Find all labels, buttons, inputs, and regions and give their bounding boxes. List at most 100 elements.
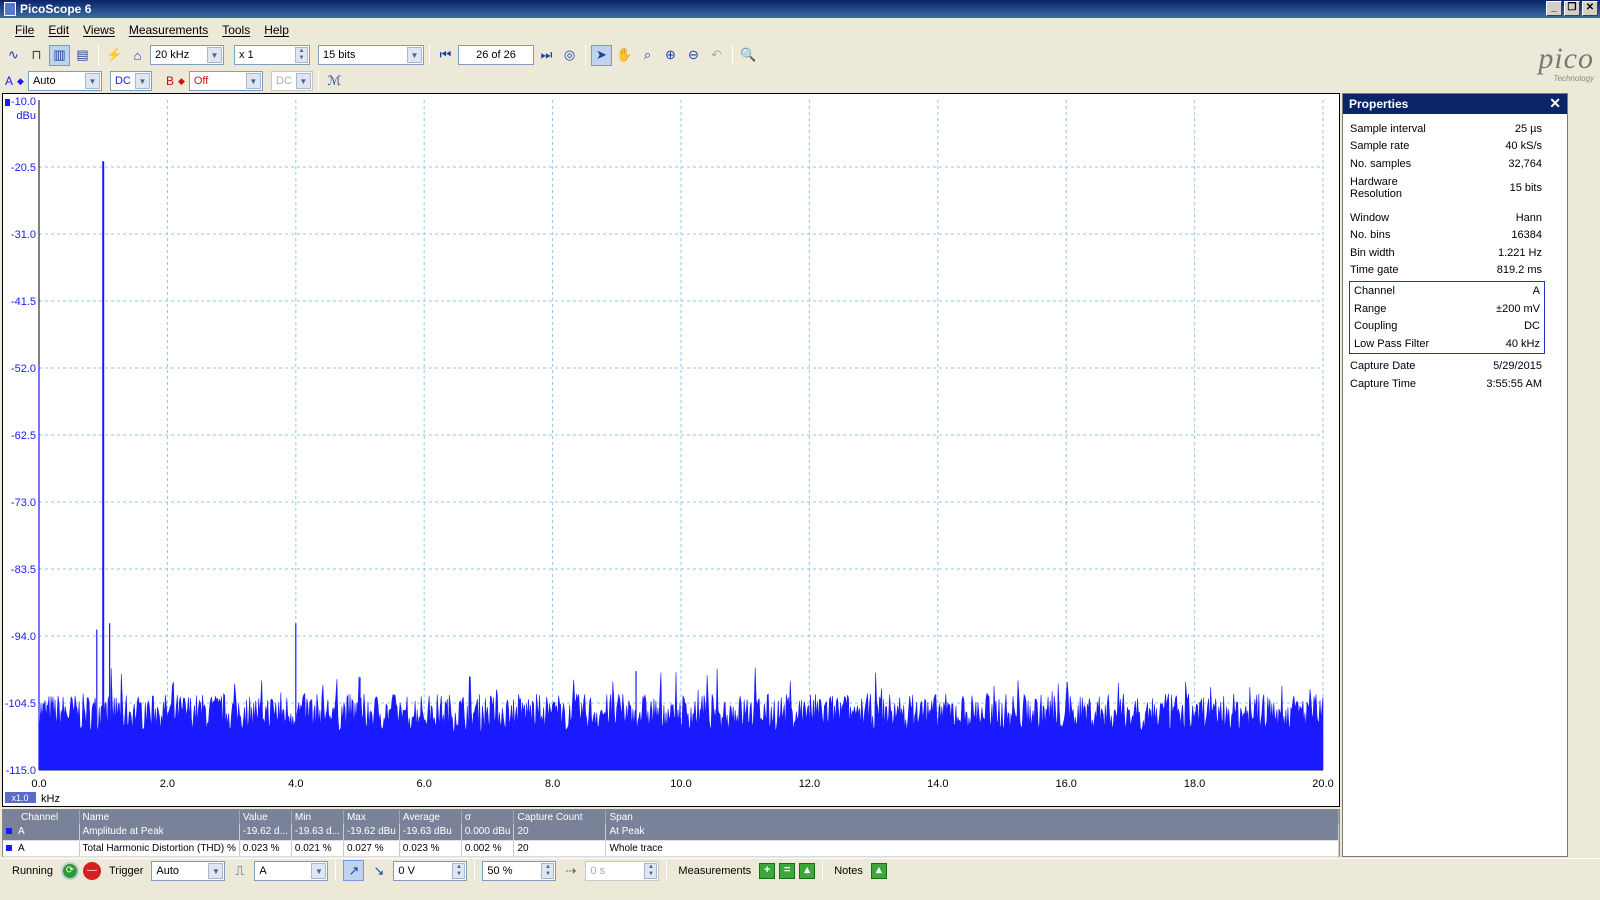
y-tick-label: -52.0 — [11, 363, 36, 375]
title-bar: PicoScope 6 _ ❐ ✕ — [0, 0, 1600, 18]
spin-arrows-icon: ▲ ▼ — [644, 862, 658, 879]
logo-text: pico — [1538, 42, 1594, 75]
channel-color-icon — [6, 844, 12, 851]
trigger-channel-select[interactable]: A ▼ — [254, 860, 329, 881]
menu-views[interactable]: Views — [76, 23, 122, 37]
trigger-edge-icon[interactable]: ⎍ — [229, 860, 250, 881]
x-unit-label: kHz — [41, 793, 60, 805]
property-row: Bin width 1.221 Hz — [1343, 244, 1567, 262]
measurements-table: Channel Name Value Min Max Average σ Capture Co… — [2, 809, 1340, 857]
zoom-marquee-icon[interactable]: ⌕ — [637, 45, 658, 66]
persistence-mode-icon[interactable]: ⊓ — [26, 45, 47, 66]
hand-tool-icon[interactable]: ✋ — [614, 45, 635, 66]
channel-a-options-icon[interactable]: ◆ — [17, 76, 24, 87]
menu-tools[interactable]: Tools — [215, 23, 257, 37]
pretrigger-stepper[interactable]: 50 % ▲ ▼ — [482, 860, 557, 881]
spin-arrows-icon: ▲ ▼ — [541, 862, 555, 879]
scope-mode-icon[interactable]: ∿ — [3, 45, 24, 66]
spectrum-view[interactable]: 0.0 2.0 4.0 6.0 8.0 10.0 12.0 14.0 16.0 18.0 20.0 -… — [2, 93, 1340, 807]
falling-edge-icon[interactable]: ↘ — [368, 860, 389, 881]
edit-measurement-button[interactable]: = — [779, 862, 796, 879]
close-window-button[interactable]: ✕ — [1582, 1, 1598, 16]
channel-color-icon — [6, 828, 12, 835]
property-row: Hardware Resolution 15 bits — [1343, 173, 1567, 203]
buffer-navigator[interactable]: 26 of 26 — [458, 45, 534, 65]
trigger-mode-select[interactable]: Auto ▼ — [151, 860, 226, 881]
column-header[interactable]: Span — [605, 810, 1339, 824]
spectrum-plot[interactable]: 0.0 2.0 4.0 6.0 8.0 10.0 12.0 14.0 16.0 18.0 20.0 -… — [3, 94, 1339, 806]
channel-b-coupling-select[interactable]: DC ▼ — [270, 71, 313, 91]
column-header[interactable]: σ — [461, 810, 515, 824]
start-button[interactable]: ⟳ — [60, 861, 79, 880]
home-icon[interactable]: ⌂ — [127, 45, 148, 66]
window-title: PicoScope 6 — [20, 2, 92, 16]
zoom-value: x 1 — [239, 49, 254, 61]
restore-button[interactable]: ❐ — [1564, 1, 1580, 16]
zoom-overview-icon[interactable]: 🔍 — [738, 45, 759, 66]
column-header[interactable]: Channel — [3, 810, 80, 824]
trigger-channel-value: A — [259, 864, 267, 877]
properties-panel: Properties ✕ Sample interval 25 µs Sample … — [1342, 93, 1568, 857]
x-tick-label: 6.0 — [417, 778, 432, 790]
notes-toggle-button[interactable]: ▴ — [870, 862, 887, 879]
property-label: Coupling — [1354, 320, 1398, 333]
post-trigger-delay-icon[interactable]: ⇢ — [560, 860, 581, 881]
menu-help[interactable]: Help — [257, 23, 296, 37]
property-row: Window Hann — [1343, 209, 1567, 227]
buffer-navigator-icon[interactable]: ◎ — [559, 45, 580, 66]
y-tick-label: -10.0 — [11, 96, 36, 108]
previous-buffer-icon[interactable]: ⏮ — [435, 45, 456, 66]
auto-setup-icon[interactable]: ⚡ — [104, 45, 125, 66]
zoom-out-icon[interactable]: ⊖ — [683, 45, 704, 66]
table-cell: 0.027 % — [343, 840, 400, 857]
trigger-threshold-stepper[interactable]: 0 V ▲ ▼ — [393, 860, 468, 881]
property-label: No. bins — [1350, 229, 1391, 242]
column-header[interactable]: Max — [343, 810, 400, 824]
property-label: Range — [1354, 302, 1387, 315]
property-label: Hardware Resolution — [1350, 175, 1402, 200]
pointer-tool-icon[interactable]: ➤ — [591, 44, 612, 66]
channel-a-range-select[interactable]: Auto ▼ — [27, 71, 102, 91]
column-header[interactable]: Value — [239, 810, 292, 824]
column-header[interactable]: Capture Count — [513, 810, 607, 824]
x-tick-label: 20.0 — [1312, 778, 1333, 790]
next-buffer-icon[interactable]: ⏭ — [536, 45, 557, 66]
add-measurement-button[interactable]: + — [759, 862, 776, 879]
menu-measurements[interactable]: Measurements — [122, 23, 215, 37]
new-spectrum-view-icon[interactable]: ▤ — [72, 45, 93, 66]
timebase-select[interactable]: 20 kHz ▼ — [150, 45, 224, 65]
table-cell: At Peak — [605, 824, 1339, 841]
channel-a-label[interactable]: A — [3, 74, 15, 88]
stop-button[interactable]: — — [82, 861, 101, 880]
menu-file[interactable]: File — [8, 23, 41, 37]
spectrum-mode-icon[interactable]: ▥ — [49, 44, 70, 66]
pretrigger-value: 50 % — [487, 864, 513, 877]
table-row[interactable]: A Total Harmonic Distortion (THD) % 0.023 … — [3, 840, 1339, 857]
column-header[interactable]: Name — [79, 810, 240, 824]
channel-a-coupling-select[interactable]: DC ▼ — [109, 71, 152, 91]
close-icon[interactable]: ✕ — [1549, 96, 1561, 110]
channel-b-range-select[interactable]: Off ▼ — [188, 71, 263, 91]
channel-b-options-icon[interactable]: ◆ — [178, 76, 185, 87]
column-header[interactable]: Average — [399, 810, 462, 824]
trigger-delay-stepper[interactable]: 0 s ▲ ▼ — [585, 860, 660, 881]
resolution-select[interactable]: 15 bits ▼ — [318, 45, 424, 65]
trigger-delay-value: 0 s — [590, 864, 606, 877]
table-row[interactable]: A Amplitude at Peak -19.62 d... -19.63 d...… — [3, 824, 1339, 841]
menu-edit[interactable]: Edit — [41, 23, 76, 37]
toolbar-separator — [317, 71, 319, 91]
channel-b-label[interactable]: B — [164, 74, 176, 88]
property-value: DC — [1524, 320, 1540, 333]
column-header[interactable]: Min — [291, 810, 344, 824]
table-cell: 0.023 % — [399, 840, 462, 857]
property-value: 16384 — [1511, 229, 1542, 242]
zoom-in-icon[interactable]: ⊕ — [660, 45, 681, 66]
minimize-button[interactable]: _ — [1546, 1, 1562, 16]
property-label: Sample rate — [1350, 140, 1410, 153]
toolbar-separator — [335, 860, 337, 881]
zoom-stepper[interactable]: x 1 ▲ ▼ — [234, 45, 310, 65]
signal-generator-icon[interactable]: ℳ — [324, 71, 345, 92]
undo-zoom-icon[interactable]: ↶ — [706, 45, 727, 66]
rising-edge-icon[interactable]: ↗ — [343, 860, 365, 881]
delete-measurement-button[interactable]: ▴ — [799, 862, 816, 879]
